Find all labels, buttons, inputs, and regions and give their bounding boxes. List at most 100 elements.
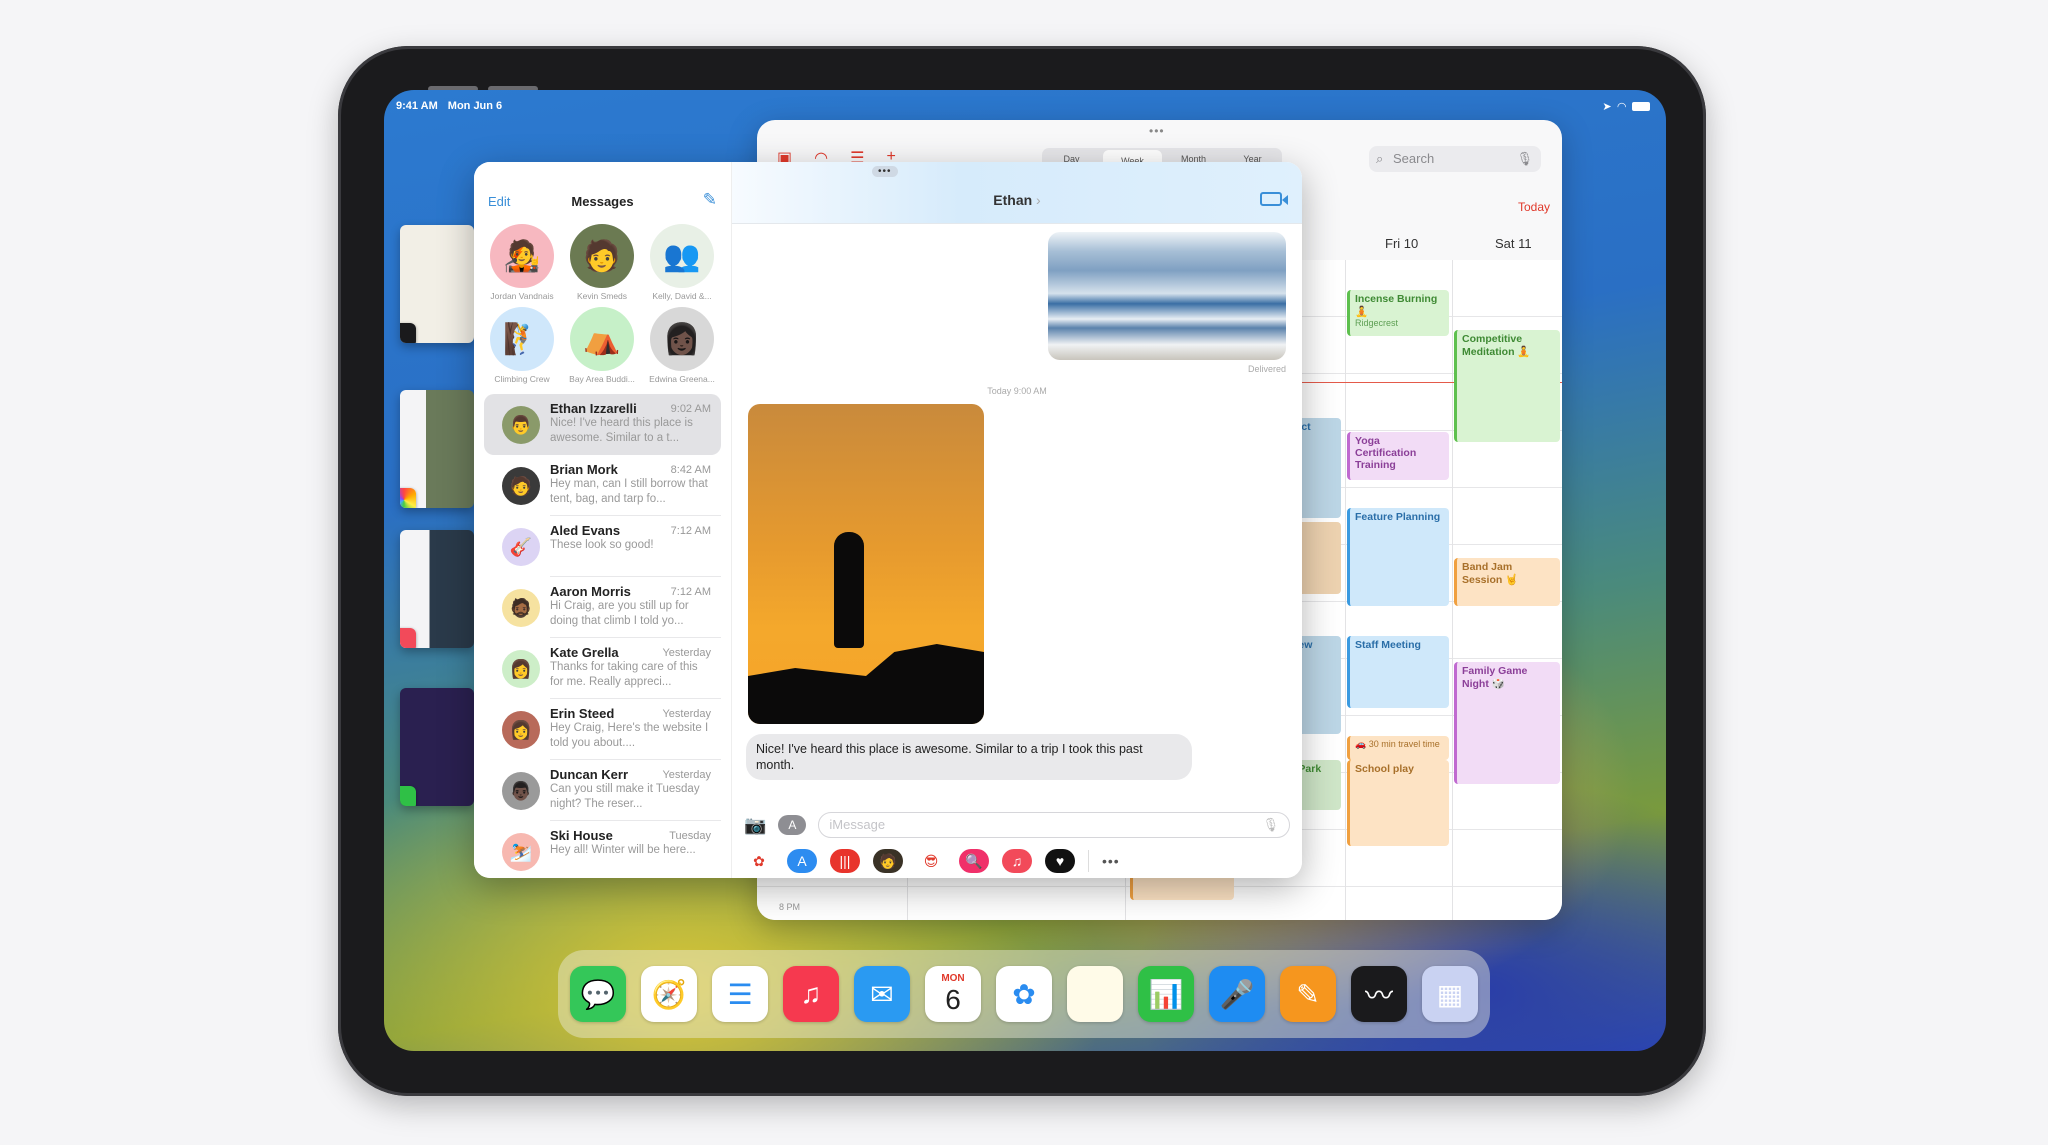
- compose-icon[interactable]: ✎: [703, 190, 717, 210]
- conversation-time: 8:42 AM: [670, 464, 711, 476]
- conversation-row[interactable]: 👩 Erin Steed Yesterday Hey Craig, Here's th…: [484, 699, 721, 760]
- event-incense-burning[interactable]: Incense Burning 🧘 Ridgecrest: [1347, 290, 1449, 336]
- conversation-preview: Hey man, can I still borrow that tent, b…: [550, 478, 708, 505]
- search-placeholder: Search: [1393, 151, 1435, 166]
- app-library-icon[interactable]: ▦: [1422, 966, 1478, 1022]
- calendar-search-input[interactable]: ⌕ Search 🎙: [1369, 146, 1541, 172]
- avatar: 🧑‍🎤: [490, 224, 554, 288]
- conversation-row[interactable]: 👨🏿 Duncan Kerr Yesterday Can you still make…: [484, 760, 721, 821]
- avatar: ⛷️: [502, 833, 540, 871]
- notes-icon[interactable]: [1067, 966, 1123, 1022]
- memoji-app-icon[interactable]: 🧑: [873, 849, 903, 873]
- divider: [1088, 850, 1089, 872]
- imessage-input[interactable]: iMessage 🎙: [818, 812, 1290, 838]
- reminders-icon[interactable]: ☰: [712, 966, 768, 1022]
- conversation-row[interactable]: ⛷️ Ski House Tuesday Hey all! Winter will b…: [484, 821, 721, 878]
- more-apps-icon[interactable]: •••: [1102, 853, 1120, 869]
- sidebar-title: Messages: [571, 194, 634, 209]
- mic-icon[interactable]: 🎙: [1516, 146, 1533, 172]
- keynote-icon[interactable]: 🎤: [1209, 966, 1265, 1022]
- pinned-conversation[interactable]: 🧗 Climbing Crew: [482, 307, 562, 384]
- conversation-time: Yesterday: [662, 769, 711, 781]
- avatar: 🧑: [570, 224, 634, 288]
- music-icon[interactable]: ♫: [783, 966, 839, 1022]
- mail-icon[interactable]: ✉: [854, 966, 910, 1022]
- today-button[interactable]: Today: [1518, 200, 1550, 214]
- safari-icon[interactable]: 🧭: [641, 966, 697, 1022]
- stage-music[interactable]: [400, 530, 474, 648]
- conversation-list: 👨 Ethan Izzarelli 9:02 AM Nice! I've heard …: [474, 394, 731, 878]
- event-travel-time[interactable]: 🚗 30 min travel time: [1347, 736, 1449, 760]
- camera-icon[interactable]: 📷: [744, 815, 766, 836]
- delivered-status: Delivered: [1247, 364, 1286, 374]
- avatar: 👩🏿: [650, 307, 714, 371]
- ipad-screen: 9:41 AM Mon Jun 6 ➤ ◠ ••• ▣ ◠ ☰ + Day We…: [384, 90, 1666, 1051]
- sent-photo-white-sands[interactable]: [1048, 232, 1286, 360]
- pinned-name: Jordan Vandnais: [490, 291, 554, 301]
- procreate-icon[interactable]: 〰: [1351, 966, 1407, 1022]
- numbers-icon[interactable]: 📊: [1138, 966, 1194, 1022]
- stage-photos[interactable]: [400, 390, 474, 508]
- conversation-time: 7:12 AM: [670, 525, 711, 537]
- messages-window: Edit Messages ✎ 🧑‍🎤 Jordan Vandnais 🧑 Kevin…: [474, 162, 1302, 878]
- conversation-row[interactable]: 👨 Ethan Izzarelli 9:02 AM Nice! I've heard …: [484, 394, 721, 455]
- conversation-row[interactable]: 🧑 Brian Mork 8:42 AM Hey man, can I still b…: [484, 455, 721, 516]
- conversation-time: Tuesday: [669, 830, 711, 842]
- event-staff-meeting[interactable]: Staff Meeting: [1347, 636, 1449, 708]
- conversation-time: Yesterday: [662, 708, 711, 720]
- calendar-icon[interactable]: MON 6: [925, 966, 981, 1022]
- pinned-conversation[interactable]: ⛺ Bay Area Buddi...: [562, 307, 642, 384]
- conversation-row[interactable]: 🧔🏾 Aaron Morris 7:12 AM Hi Craig, are you s…: [484, 577, 721, 638]
- avatar: 👨🏿: [502, 772, 540, 810]
- images-search-app-icon[interactable]: 🔍: [959, 849, 989, 873]
- event-feature-planning[interactable]: Feature Planning: [1347, 508, 1449, 606]
- message-timestamp: Today 9:00 AM: [987, 386, 1047, 396]
- apps-button[interactable]: A: [778, 815, 807, 835]
- pinned-name: Kelly, David &...: [652, 291, 712, 301]
- window-grabber[interactable]: •••: [872, 166, 898, 177]
- music-app-icon[interactable]: ♫: [1002, 849, 1032, 873]
- stage-procreate[interactable]: [400, 225, 474, 343]
- time-label: 8 PM: [779, 902, 801, 912]
- conversation-row[interactable]: 🎸 Aled Evans 7:12 AM These look so good!: [484, 516, 721, 577]
- window-grabber[interactable]: •••: [1149, 124, 1165, 138]
- pages-icon[interactable]: ✎: [1280, 966, 1336, 1022]
- pinned-conversation[interactable]: 👩🏿 Edwina Greena...: [642, 307, 722, 384]
- event-band-jam-session[interactable]: Band Jam Session 🤘: [1454, 558, 1560, 606]
- audio-app-icon[interactable]: |||: [830, 849, 860, 873]
- event-school-play[interactable]: School play: [1347, 760, 1449, 846]
- avatar: 👥: [650, 224, 714, 288]
- event-yoga-certification[interactable]: Yoga Certification Training: [1347, 432, 1449, 480]
- photos-icon[interactable]: ✿: [996, 966, 1052, 1022]
- pinned-name: Kevin Smeds: [576, 291, 628, 301]
- digital-touch-app-icon[interactable]: ♥: [1045, 849, 1075, 873]
- compose-bar: 📷 A iMessage 🎙: [744, 812, 1290, 838]
- conversation-preview: Thanks for taking care of this for me. R…: [550, 661, 698, 688]
- conversation-time: Yesterday: [662, 647, 711, 659]
- photos-app-icon[interactable]: ✿: [744, 849, 774, 873]
- pinned-name: Climbing Crew: [494, 374, 550, 384]
- location-icon: ➤: [1602, 100, 1612, 113]
- event-family-game-night[interactable]: Family Game Night 🎲: [1454, 662, 1560, 784]
- app-store-app-icon[interactable]: A: [787, 849, 817, 873]
- contact-name[interactable]: Ethan ›: [732, 192, 1302, 208]
- wifi-icon: ◠: [1617, 100, 1626, 113]
- dictation-mic-icon[interactable]: 🎙: [1262, 813, 1279, 837]
- messages-icon[interactable]: 💬: [570, 966, 626, 1022]
- avatar: 👩: [502, 650, 540, 688]
- search-icon: ⌕: [1376, 151, 1384, 166]
- conversation-time: 9:02 AM: [670, 403, 711, 415]
- received-photo-hiker-sunset[interactable]: [748, 404, 984, 724]
- dock: 💬 🧭 ☰ ♫ ✉ MON 6 ✿ 📊 🎤 ✎ 〰 ▦: [558, 950, 1490, 1038]
- pinned-conversation[interactable]: 🧑‍🎤 Jordan Vandnais: [482, 224, 562, 301]
- pinned-conversation[interactable]: 🧑 Kevin Smeds: [562, 224, 642, 301]
- event-competitive-meditation[interactable]: Competitive Meditation 🧘: [1454, 330, 1560, 442]
- stickers-app-icon[interactable]: 😎: [916, 849, 946, 873]
- conversation-row[interactable]: 👩 Kate Grella Yesterday Thanks for taking c…: [484, 638, 721, 699]
- conversation-preview: Hi Craig, are you still up for doing tha…: [550, 600, 689, 627]
- pinned-conversation[interactable]: 👥 Kelly, David &...: [642, 224, 722, 301]
- avatar: 👨: [502, 406, 540, 444]
- stage-numbers[interactable]: [400, 688, 474, 806]
- music-icon: [400, 628, 416, 648]
- facetime-video-icon[interactable]: [1260, 192, 1288, 206]
